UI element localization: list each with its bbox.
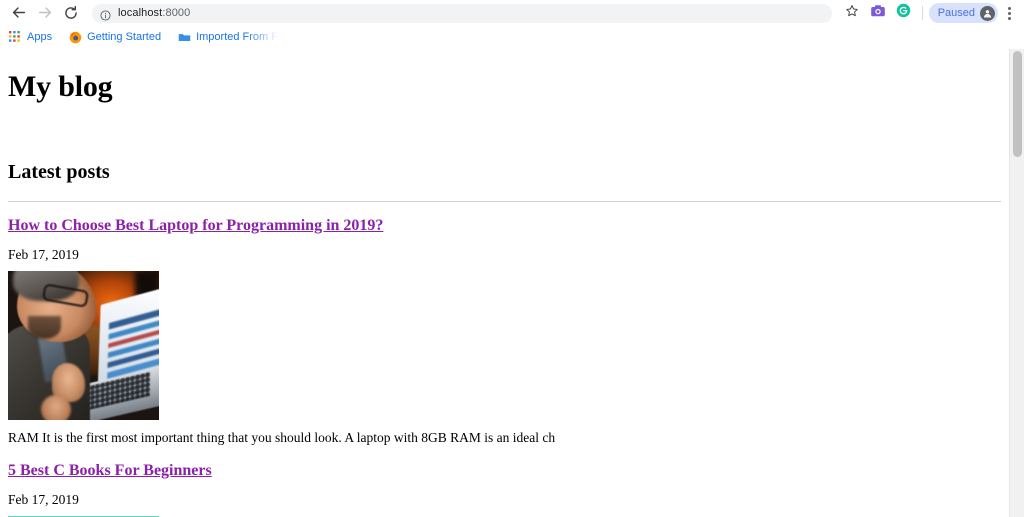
three-dot-menu-icon[interactable] — [1000, 1, 1018, 25]
post-item: 5 Best C Books For Beginners Feb 17, 201… — [8, 447, 1001, 517]
page-title: My blog — [8, 70, 113, 103]
person-avatar-icon — [980, 5, 995, 21]
folder-icon — [177, 30, 191, 44]
firefox-icon — [68, 30, 82, 44]
screenshot-extension-button[interactable] — [866, 1, 890, 25]
menu-dot — [1007, 11, 1011, 15]
grammarly-extension-icon — [896, 3, 911, 23]
browser-window: localhost:8000 Paused Apps Getting Start… — [0, 0, 1024, 517]
back-button[interactable] — [6, 1, 32, 25]
url-port: :8000 — [162, 7, 191, 19]
forward-button[interactable] — [32, 1, 58, 25]
screenshot-camera-icon — [870, 3, 886, 24]
bookmark-item-imported-from[interactable]: Imported From F — [175, 28, 284, 46]
scrollbar-thumb[interactable] — [1013, 51, 1022, 157]
bookmarks-bar: Apps Getting Started Imported From F — [0, 26, 1024, 48]
page-viewport: My blog Latest posts How to Choose Best … — [0, 49, 1024, 517]
menu-dot — [1007, 6, 1011, 10]
post-thumbnail-laptop[interactable] — [8, 270, 159, 420]
bookmark-label: Imported From F — [196, 31, 278, 43]
bookmark-star-button[interactable] — [840, 1, 864, 25]
url-host: localhost — [118, 7, 163, 19]
reload-icon — [63, 5, 79, 21]
bookmark-item-getting-started[interactable]: Getting Started — [66, 28, 167, 46]
arrow-left-icon — [11, 5, 27, 21]
menu-dot — [1007, 16, 1011, 20]
blog-page: My blog Latest posts How to Choose Best … — [0, 49, 1009, 517]
post-title-link[interactable]: How to Choose Best Laptop for Programmin… — [8, 216, 383, 235]
latest-posts-heading: Latest posts — [8, 160, 110, 183]
info-circle-icon[interactable] — [100, 8, 111, 21]
profile-status-label: Paused — [937, 7, 975, 19]
apps-grid-icon — [8, 30, 22, 44]
bookmark-star-icon — [845, 4, 859, 23]
post-date: Feb 17, 2019 — [8, 491, 79, 507]
post-date: Feb 17, 2019 — [8, 246, 79, 262]
bookmark-label: Getting Started — [87, 31, 162, 43]
bookmark-item-apps[interactable]: Apps — [6, 28, 58, 46]
address-bar[interactable]: localhost:8000 — [92, 3, 832, 23]
page-scrollbar[interactable] — [1009, 49, 1024, 517]
arrow-right-icon — [37, 5, 53, 21]
grammarly-extension-button[interactable] — [892, 1, 916, 25]
profile-paused-button[interactable]: Paused — [928, 3, 998, 23]
browser-toolbar: localhost:8000 Paused — [0, 0, 1024, 26]
url-text: localhost:8000 — [118, 7, 190, 19]
post-excerpt: RAM It is the first most important thing… — [8, 429, 556, 445]
post-title-link[interactable]: 5 Best C Books For Beginners — [8, 461, 212, 480]
toolbar-separator — [921, 6, 923, 20]
post-item: How to Choose Best Laptop for Programmin… — [8, 202, 1001, 447]
bookmark-label: Apps — [27, 31, 53, 43]
reload-button[interactable] — [58, 1, 84, 25]
